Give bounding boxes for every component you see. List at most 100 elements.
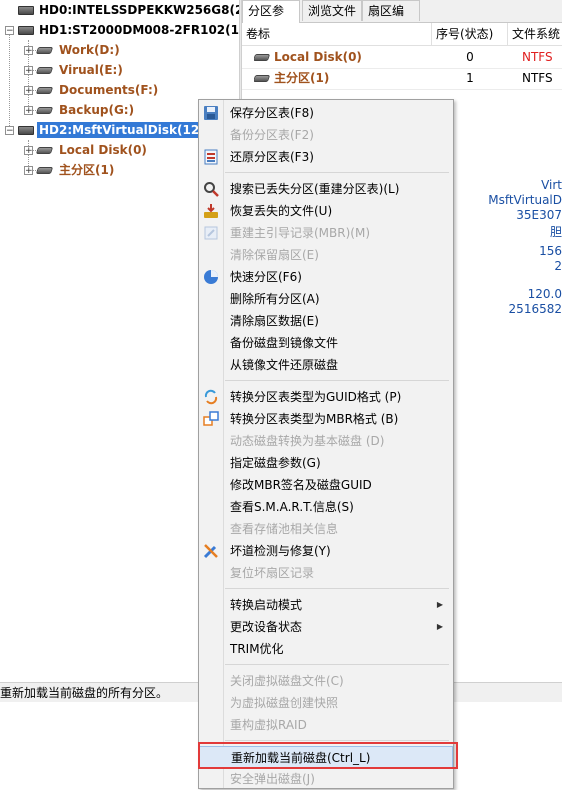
menu-item[interactable]: 删除所有分区(A)	[199, 288, 453, 310]
partition-filesystem: NTFS	[522, 71, 553, 85]
menu-item[interactable]: 备份磁盘到镜像文件	[199, 332, 453, 354]
expand-toggle-icon[interactable]: +	[24, 46, 33, 56]
menu-item[interactable]: 恢复丢失的文件(U)	[199, 200, 453, 222]
partition-index: 1	[466, 71, 474, 85]
menu-item[interactable]: TRIM优化	[199, 638, 453, 660]
menu-item-label: 备份分区表(F2)	[230, 128, 314, 142]
menu-item-label: 安全弹出磁盘(J)	[230, 772, 315, 786]
tab-browse-files[interactable]: 浏览文件	[302, 0, 362, 21]
menu-item: 为虚拟磁盘创建快照	[199, 692, 453, 714]
menu-separator	[225, 380, 449, 381]
tree-disk-label: HD1:ST2000DM008-2FR102(1863	[39, 23, 240, 37]
menu-item[interactable]: 修改MBR签名及磁盘GUID	[199, 474, 453, 496]
partition-icon	[35, 167, 54, 174]
menu-item-label: 修改MBR签名及磁盘GUID	[230, 478, 372, 492]
menu-item: 清除保留扇区(E)	[199, 244, 453, 266]
menu-item[interactable]: 查看S.M.A.R.T.信息(S)	[199, 496, 453, 518]
menu-item[interactable]: 搜索已丢失分区(重建分区表)(L)	[199, 178, 453, 200]
menu-item-label: 删除所有分区(A)	[230, 292, 320, 306]
tree-partition-label: 主分区(1)	[59, 163, 115, 177]
tree-disk-hd0[interactable]: HD0:INTELSSDPEKKW256G8(238	[18, 0, 240, 20]
submenu-arrow-icon: ▶	[436, 622, 443, 631]
menu-item-label: 清除扇区数据(E)	[230, 314, 319, 328]
menu-item: 复位坏扇区记录	[199, 562, 453, 584]
tree-partition-backup[interactable]: Backup(G:)	[35, 100, 136, 120]
menu-item-label: 查看存储池相关信息	[230, 522, 339, 536]
menu-item-label: 搜索已丢失分区(重建分区表)(L)	[230, 182, 400, 196]
tab-partition-params[interactable]: 分区参数	[242, 0, 300, 38]
menu-item: 重构虚拟RAID	[199, 714, 453, 736]
tree-disk-hd1[interactable]: HD1:ST2000DM008-2FR102(1863	[18, 20, 240, 40]
menu-item-label: 重建主引导记录(MBR)(M)	[230, 226, 371, 240]
partition-filesystem: NTFS	[522, 50, 553, 64]
collapse-toggle-icon[interactable]: −	[5, 126, 14, 136]
menu-item-label: 动态磁盘转换为基本磁盘 (D)	[230, 434, 385, 448]
expand-toggle-icon[interactable]: +	[24, 146, 33, 156]
column-header-filesystem[interactable]: 文件系统	[508, 23, 562, 45]
partition-icon	[35, 87, 54, 94]
menu-item: 动态磁盘转换为基本磁盘 (D)	[199, 430, 453, 452]
save-icon	[203, 105, 219, 121]
menu-item[interactable]: 还原分区表(F3)	[199, 146, 453, 168]
expand-toggle-icon[interactable]: +	[24, 66, 33, 76]
column-header-index[interactable]: 序号(状态)	[432, 23, 508, 45]
menu-item: 重建主引导记录(MBR)(M)	[199, 222, 453, 244]
tab-sector-edit[interactable]: 扇区编辑	[362, 0, 420, 38]
expand-toggle-icon[interactable]: +	[24, 106, 33, 116]
menu-item[interactable]: 保存分区表(F8)	[199, 102, 453, 124]
menu-item[interactable]: 指定磁盘参数(G)	[199, 452, 453, 474]
tree-partition-primary[interactable]: 主分区(1)	[35, 160, 116, 180]
disk-info-value: 2	[554, 259, 562, 273]
recover-icon	[203, 203, 219, 219]
menu-item[interactable]: 坏道检测与修复(Y)	[199, 540, 453, 562]
tree-partition-label: Local Disk(0)	[59, 143, 147, 157]
menu-item-label: 更改设备状态	[230, 620, 303, 634]
partition-index: 0	[466, 50, 474, 64]
partition-icon	[35, 107, 54, 114]
menu-item: 备份分区表(F2)	[199, 124, 453, 146]
menu-item-label: 恢复丢失的文件(U)	[230, 204, 333, 218]
menu-item[interactable]: 转换分区表类型为GUID格式 (P)	[199, 386, 453, 408]
tree-partition-local-disk[interactable]: Local Disk(0)	[35, 140, 149, 160]
menu-separator	[225, 588, 449, 589]
menu-item-label: 关闭虚拟磁盘文件(C)	[230, 674, 344, 688]
row-name-cell: Local Disk(0)	[254, 46, 432, 68]
quick-partition-icon	[203, 269, 219, 285]
menu-separator	[225, 664, 449, 665]
partition-icon	[35, 147, 54, 154]
tree-partition-virual[interactable]: Virual(E:)	[35, 60, 125, 80]
tree-disk-hd2[interactable]: HD2:MsftVirtualDisk(120G	[18, 120, 220, 140]
tree-partition-documents[interactable]: Documents(F:)	[35, 80, 160, 100]
repair-tools-icon	[203, 543, 219, 559]
menu-item[interactable]: 转换启动模式 ▶	[199, 594, 453, 616]
collapse-toggle-icon[interactable]: −	[5, 26, 14, 36]
partition-row[interactable]: 主分区(1) 1 NTFS	[242, 67, 562, 90]
context-menu: 保存分区表(F8) 备份分区表(F2) 还原分区表(F3) 搜索已丢失分区(重建分区表…	[198, 99, 454, 789]
menu-item-label: 从镜像文件还原磁盘	[230, 358, 339, 372]
menu-item[interactable]: 转换分区表类型为MBR格式 (B)	[199, 408, 453, 430]
expand-toggle-icon[interactable]: +	[24, 166, 33, 176]
disk-info-value: 120.0	[527, 287, 562, 301]
menu-item-label: TRIM优化	[230, 642, 284, 656]
menu-item-label: 复位坏扇区记录	[230, 566, 315, 580]
tree-partition-work[interactable]: Work(D:)	[35, 40, 122, 60]
disk-info-value: MsftVirtualD	[488, 193, 562, 207]
disk-info-value: 35E307	[516, 208, 562, 222]
tree-partition-label: Documents(F:)	[59, 83, 159, 97]
menu-item[interactable]: 从镜像文件还原磁盘	[199, 354, 453, 376]
partition-icon	[35, 67, 54, 74]
column-header-label[interactable]: 卷标	[242, 23, 432, 45]
menu-item[interactable]: 快速分区(F6)	[199, 266, 453, 288]
tree-guide-line	[9, 30, 10, 132]
menu-item[interactable]: 更改设备状态 ▶	[199, 616, 453, 638]
menu-item-label: 保存分区表(F8)	[230, 106, 314, 120]
menu-item: 查看存储池相关信息	[199, 518, 453, 540]
menu-item-label: 为虚拟磁盘创建快照	[230, 696, 339, 710]
partition-name: 主分区(1)	[274, 71, 330, 85]
partition-row[interactable]: Local Disk(0) 0 NTFS	[242, 46, 562, 69]
menu-item[interactable]: 清除扇区数据(E)	[199, 310, 453, 332]
expand-toggle-icon[interactable]: +	[24, 86, 33, 96]
menu-item-label: 指定磁盘参数(G)	[230, 456, 321, 470]
partition-name: Local Disk(0)	[274, 50, 362, 64]
tree-partition-label: Work(D:)	[59, 43, 120, 57]
